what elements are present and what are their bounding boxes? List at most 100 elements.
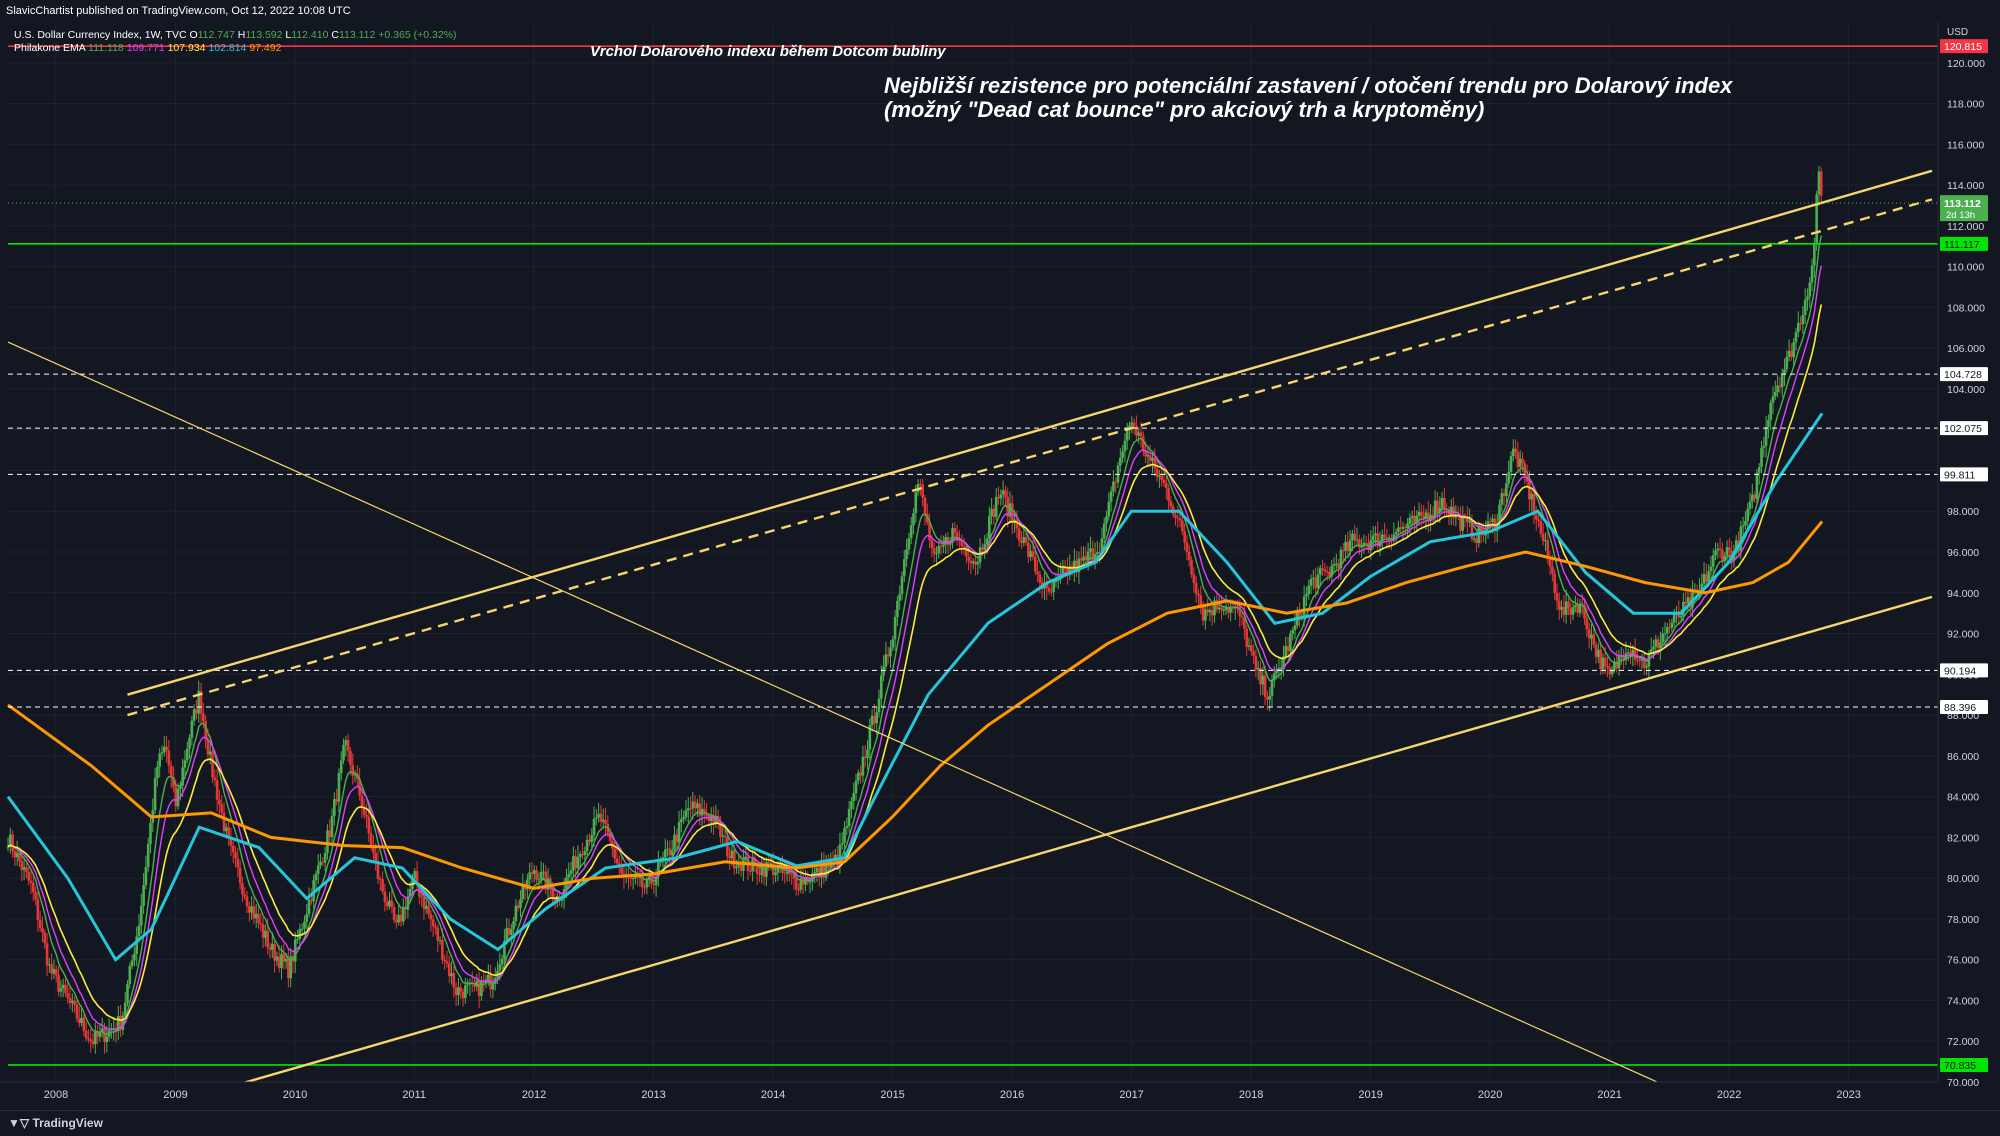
annotation-resistance-1: Nejbližší rezistence pro potenciální zas… (884, 73, 1733, 98)
candle-body (41, 928, 44, 933)
candle-body (942, 544, 945, 547)
legend-ohlc-value: 112.747 (198, 29, 238, 41)
candle-body (675, 834, 679, 843)
level-label: 88.396 (1944, 702, 1976, 714)
candle-body (77, 1018, 81, 1024)
candle-body (900, 576, 904, 595)
candle-body (532, 870, 536, 875)
candle-body (266, 930, 269, 948)
candle-body (367, 816, 371, 834)
candle-body (923, 497, 927, 514)
candle-body (1528, 481, 1531, 500)
last-price-value: 113.112 (1944, 198, 1981, 210)
candle-body (1351, 533, 1354, 541)
candle-body (498, 964, 502, 971)
level-label: 99.811 (1944, 469, 1975, 481)
candle-body (388, 900, 391, 907)
candle-body (1102, 523, 1106, 539)
candle-body (156, 766, 159, 779)
tradingview-logo[interactable]: ▼▽ TradingView (8, 1116, 103, 1130)
candle-body (1461, 517, 1465, 531)
candle-body (1139, 432, 1143, 437)
legend-ohlc-label: H (238, 29, 246, 41)
candle-body (1815, 194, 1818, 245)
candle-body (1252, 651, 1255, 657)
candle-body (1323, 569, 1327, 572)
y-tick-label: 120.000 (1947, 58, 1985, 70)
candle-body (659, 861, 662, 863)
candle-body (850, 801, 853, 809)
candle-body (64, 984, 67, 994)
candle-body (528, 872, 531, 880)
candle-body (445, 961, 449, 964)
candle-body (1571, 607, 1575, 615)
candle-body (1121, 451, 1124, 458)
candle-body (25, 867, 28, 872)
candle-body (1636, 659, 1639, 661)
x-tick-label: 2020 (1478, 1089, 1502, 1101)
y-tick-label: 108.000 (1947, 302, 1985, 314)
candle-body (1776, 385, 1779, 393)
candle-body (238, 867, 242, 884)
candle-body (1089, 548, 1092, 552)
candle-body (1587, 629, 1591, 639)
candle-body (866, 749, 869, 759)
candle-body (270, 943, 274, 950)
candle-body (1167, 487, 1170, 501)
candle-body (314, 873, 318, 881)
candle-body (652, 883, 656, 886)
candle-body (1286, 646, 1290, 652)
candle-body (875, 712, 879, 724)
candle-body (1210, 610, 1214, 616)
candle-body (1132, 422, 1136, 426)
candle-body (742, 859, 745, 871)
legend-change: +0.365 (+0.32%) (378, 29, 456, 41)
candle-body (783, 872, 787, 874)
candle-body (1031, 551, 1035, 558)
candle-body (1567, 601, 1570, 609)
candle-body (142, 885, 145, 906)
candle-body (392, 906, 396, 921)
candle-body (82, 1017, 86, 1031)
candle-body (1711, 555, 1715, 567)
candle-body (144, 867, 148, 886)
candle-body (797, 889, 800, 891)
candle-body (61, 984, 65, 989)
legend-indicator-value: 97.492 (249, 42, 281, 54)
candle-body (1162, 480, 1166, 483)
candle-body (576, 857, 580, 869)
last-price-countdown: 2d 13h (1946, 210, 1975, 221)
price-axis-currency: USD (1947, 27, 1968, 38)
candle-body (898, 594, 901, 601)
candle-body (893, 616, 897, 640)
y-tick-label: 80.000 (1947, 873, 1979, 885)
candle-body (351, 764, 355, 776)
candle-body (130, 960, 134, 967)
candle-body (516, 905, 520, 909)
candle-body (569, 870, 573, 874)
candle-body (585, 839, 589, 852)
candle-body (1569, 608, 1573, 615)
candle-body (133, 953, 136, 961)
candle-body (1047, 587, 1051, 592)
candle-body (1194, 582, 1198, 594)
candle-body (1374, 533, 1377, 536)
price-chart[interactable]: Vrchol Dolarového indexu během Dotcom bu… (0, 0, 2000, 1135)
candle-body (1544, 540, 1547, 542)
candle-body (188, 737, 191, 749)
candle-body (1256, 668, 1260, 670)
candle-body (863, 756, 867, 759)
candle-body (1332, 564, 1336, 566)
candle-body (500, 958, 504, 965)
candle-body (1250, 645, 1253, 652)
candle-body (1151, 457, 1154, 461)
candle-body (1716, 548, 1720, 551)
y-tick-label: 76.000 (1947, 955, 1979, 967)
y-tick-label: 86.000 (1947, 751, 1979, 763)
y-tick-label: 94.000 (1947, 588, 1979, 600)
candle-body (349, 751, 352, 765)
candle-body (1289, 633, 1292, 652)
candle-body (464, 985, 467, 999)
candle-body (1670, 622, 1674, 628)
candle-body (873, 715, 876, 724)
